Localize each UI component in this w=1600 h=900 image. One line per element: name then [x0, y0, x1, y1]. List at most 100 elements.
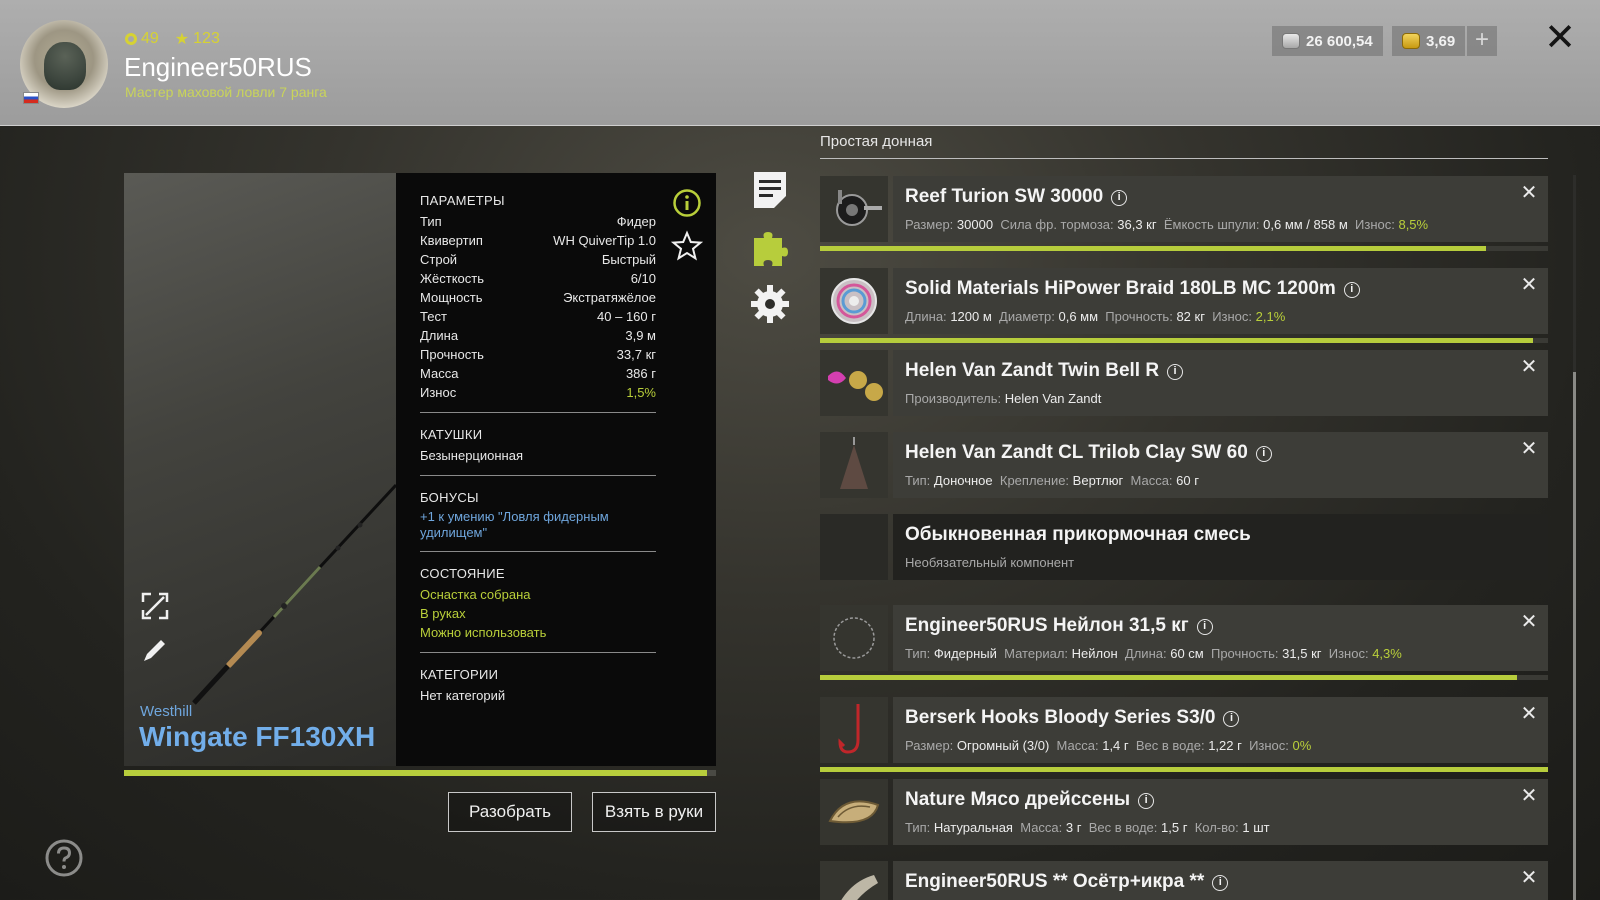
rod-durability-bar — [124, 770, 716, 776]
prop-value: Доночное — [933, 473, 993, 488]
remove-item-button[interactable]: ✕ — [1520, 786, 1538, 806]
reel-image — [836, 190, 882, 226]
bells-panel: Helen Van Zandt Twin Bell R i Производите… — [893, 350, 1548, 416]
close-button[interactable]: ✕ — [1542, 19, 1578, 57]
state-title: СОСТОЯНИЕ — [420, 566, 505, 581]
item-info-icon[interactable]: i — [1138, 793, 1155, 809]
state-in-hands: В руках — [420, 606, 466, 621]
slot-name: Nature Мясо дрейссены i — [905, 789, 1155, 811]
slot-name: Helen Van Zandt CL Trilob Clay SW 60 i — [905, 442, 1272, 464]
divider — [420, 551, 656, 552]
prop-value: 30000 — [956, 217, 994, 232]
item-info-icon[interactable]: i — [1196, 619, 1213, 635]
expand-icon[interactable] — [140, 591, 170, 621]
divider — [420, 475, 656, 476]
param-label: Строй — [420, 252, 458, 267]
silver-coin-icon — [1282, 33, 1300, 49]
item-info-icon[interactable]: i — [1223, 711, 1240, 727]
add-currency-button[interactable]: + — [1467, 26, 1497, 56]
prop-value: 0,6 мм / 858 м — [1263, 217, 1348, 232]
remove-item-button[interactable]: ✕ — [1520, 439, 1538, 459]
extra-bait-panel: Engineer50RUS ** Осётр+икра ** i ✕ — [893, 861, 1548, 900]
prop-wear: 4,3% — [1372, 646, 1402, 661]
prop-label: Размер: — [905, 738, 954, 753]
param-value-wear: 1,5% — [626, 385, 656, 400]
mussel-bait-image — [828, 800, 880, 824]
divider — [420, 652, 656, 653]
bait-thumbnail — [820, 779, 888, 845]
durability-bar — [820, 767, 1548, 772]
bells-thumbnail — [820, 350, 888, 416]
prop-value: 0,6 мм — [1058, 309, 1099, 324]
slot-name-text: Nature Мясо дрейссены — [905, 789, 1131, 810]
line-spool-image — [831, 278, 877, 324]
param-row: Строй Быстрый — [420, 250, 656, 269]
slot-name-text: Berserk Hooks Bloody Series S3/0 — [905, 707, 1216, 728]
rod-preview: Westhill Wingate FF130XH — [124, 173, 396, 766]
sinker-image — [840, 437, 868, 489]
slot-name: Reef Turion SW 30000 i — [905, 186, 1128, 208]
item-info-icon[interactable]: i — [1255, 446, 1272, 462]
prop-value: Helen Van Zandt — [1004, 391, 1102, 406]
remove-item-button[interactable]: ✕ — [1520, 704, 1538, 724]
durability-bar — [820, 338, 1548, 343]
item-info-icon[interactable]: i — [1111, 190, 1128, 206]
prop-label: Длина: — [1124, 646, 1167, 661]
bonus-title: БОНУСЫ — [420, 490, 479, 505]
prop-label: Износ: — [1328, 646, 1369, 661]
info-icon[interactable] — [672, 188, 702, 218]
settings-gear-icon[interactable] — [750, 284, 790, 324]
slot-name-text: Reef Turion SW 30000 — [905, 186, 1104, 207]
bait-ball-image — [841, 875, 878, 900]
prop-value: Огромный (3/0) — [956, 738, 1050, 753]
take-in-hands-button[interactable]: Взять в руки — [592, 792, 716, 832]
prop-label: Износ: — [1249, 738, 1289, 753]
disassemble-button[interactable]: Разобрать — [448, 792, 572, 832]
help-icon[interactable] — [44, 838, 84, 878]
param-row: Тип Фидер — [420, 212, 656, 231]
prop-value: 1 шт — [1242, 820, 1270, 835]
prop-label: Тип: — [905, 473, 931, 488]
durability-fill — [820, 338, 1533, 343]
prop-value: 1200 м — [950, 309, 992, 324]
prop-value: Нейлон — [1071, 646, 1118, 661]
param-label: Квивертип — [420, 233, 483, 248]
slot-name: Обыкновенная прикормочная смесь — [905, 524, 1251, 545]
groundbait-panel: Обыкновенная прикормочная смесь Необязат… — [893, 514, 1548, 580]
prop-value: 3 г — [1065, 820, 1082, 835]
remove-item-button[interactable]: ✕ — [1520, 183, 1538, 203]
remove-item-button[interactable]: ✕ — [1520, 868, 1538, 888]
line-panel: Solid Materials HiPower Braid 180LB MC 1… — [893, 268, 1548, 334]
prop-label: Тип: — [905, 646, 931, 661]
notes-icon[interactable] — [750, 170, 790, 210]
bonus-skill-link[interactable]: +1 к умению "Ловля фидерным удилищем" — [420, 509, 656, 541]
prop-value: 60 г — [1176, 473, 1199, 488]
slot-name: Solid Materials HiPower Braid 180LB MC 1… — [905, 278, 1360, 300]
remove-item-button[interactable]: ✕ — [1520, 612, 1538, 632]
param-row: Масса 386 г — [420, 364, 656, 383]
param-value: WH QuiverTip 1.0 — [553, 233, 656, 248]
groundbait-thumbnail-empty — [820, 514, 888, 580]
scrollbar-thumb[interactable] — [1573, 372, 1576, 900]
stars-badge: ★ 123 — [175, 29, 220, 49]
prop-value: 82 кг — [1176, 309, 1205, 324]
param-value: Экстратяжёлое — [563, 290, 656, 305]
prop-value: 1,22 г — [1208, 738, 1242, 753]
favorite-star-icon[interactable] — [671, 230, 703, 262]
item-info-icon[interactable]: i — [1212, 875, 1229, 891]
hook-panel: Berserk Hooks Bloody Series S3/0 i Размер… — [893, 697, 1548, 763]
leader-thumbnail — [820, 605, 888, 671]
remove-item-button[interactable]: ✕ — [1520, 275, 1538, 295]
gold-balance: 3,69 — [1392, 26, 1466, 56]
item-info-icon[interactable]: i — [1343, 282, 1360, 298]
param-label: Износ — [420, 385, 457, 400]
remove-item-button[interactable]: ✕ — [1520, 357, 1538, 377]
param-row: Прочность 33,7 кг — [420, 345, 656, 364]
prop-label: Диаметр: — [999, 309, 1055, 324]
prop-value: Натуральная — [933, 820, 1013, 835]
prop-label: Крепление: — [999, 473, 1070, 488]
puzzle-icon[interactable] — [750, 228, 790, 268]
rename-pencil-icon[interactable] — [140, 635, 170, 665]
item-info-icon[interactable]: i — [1167, 364, 1184, 380]
prop-label: Материал: — [1004, 646, 1069, 661]
